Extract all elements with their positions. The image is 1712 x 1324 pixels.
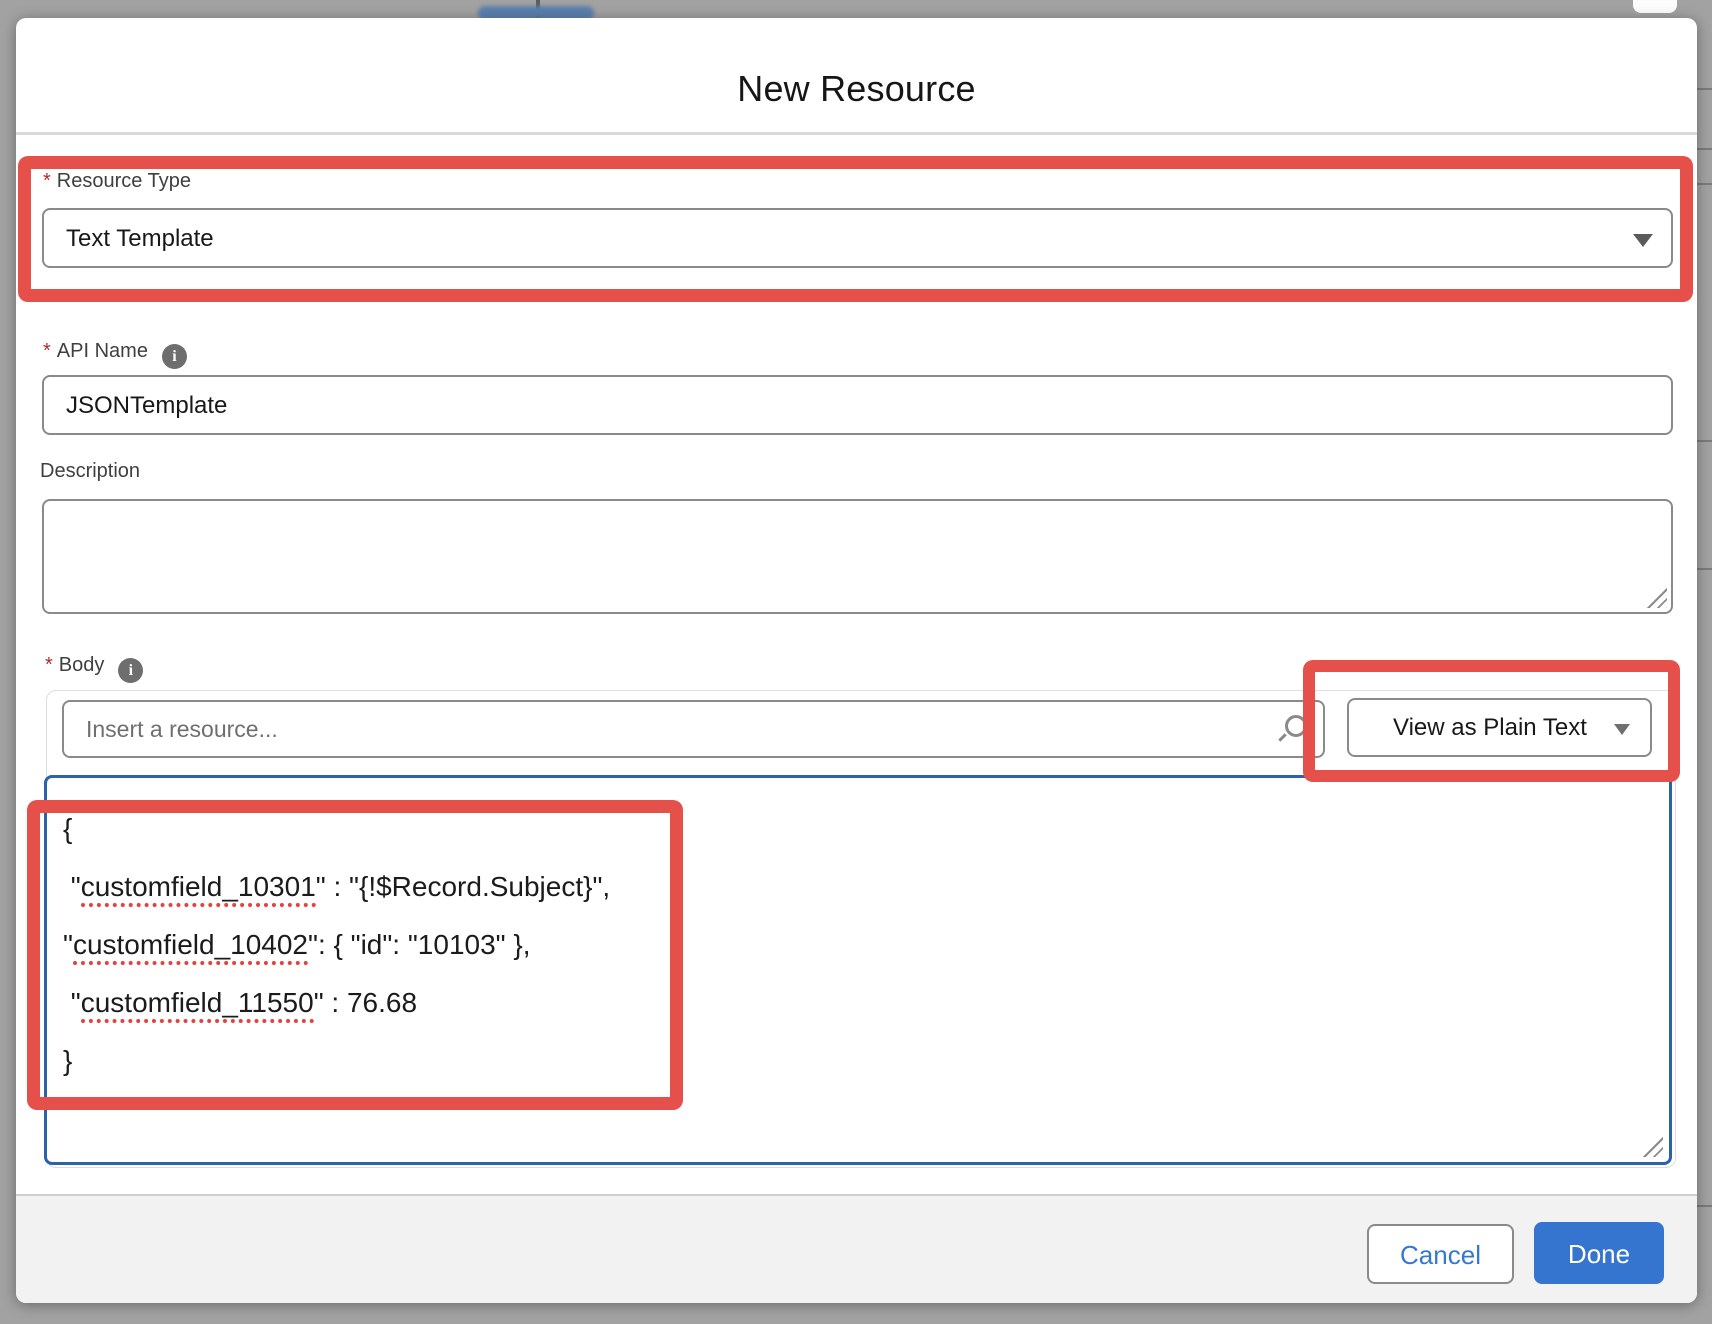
background-panel-edge [1697, 440, 1712, 442]
view-as-plain-text-dropdown[interactable]: View as Plain Text [1347, 698, 1652, 757]
info-icon[interactable]: i [162, 344, 187, 369]
background-panel-edge [1697, 568, 1712, 570]
cancel-button[interactable]: Cancel [1367, 1224, 1514, 1284]
description-label: Description [40, 460, 140, 483]
chevron-down-icon [1633, 234, 1653, 247]
api-name-label: *API Namei [43, 340, 187, 369]
background-panel-edge [1697, 88, 1712, 90]
background-panel-edge [1697, 183, 1712, 185]
header-divider [16, 132, 1697, 135]
insert-resource-combobox[interactable]: Insert a resource... [62, 700, 1325, 758]
body-label: *Bodyi [45, 654, 143, 683]
background-panel-edge [1697, 148, 1712, 150]
description-textarea[interactable] [42, 499, 1673, 614]
done-button[interactable]: Done [1534, 1222, 1664, 1284]
view-as-label: View as Plain Text [1393, 714, 1587, 741]
page-title: New Resource [16, 68, 1697, 110]
required-asterisk: * [43, 340, 51, 362]
api-name-input[interactable]: JSONTemplate [42, 375, 1673, 435]
resource-type-select[interactable]: Text Template [42, 208, 1673, 268]
search-icon [1285, 715, 1307, 737]
api-name-value: JSONTemplate [66, 392, 227, 420]
required-asterisk: * [43, 170, 51, 192]
insert-resource-placeholder: Insert a resource... [86, 716, 278, 743]
info-icon[interactable]: i [118, 658, 143, 683]
body-text: { "customfield_10301" : "{!$Record.Subje… [63, 800, 1649, 1090]
background-panel-chip [1633, 0, 1677, 13]
resource-type-value: Text Template [66, 225, 214, 253]
flow-canvas-backdrop: New Resource *Resource Type Text Templat… [0, 0, 1712, 1324]
resize-handle[interactable] [1638, 1132, 1663, 1157]
resource-type-label: *Resource Type [43, 170, 191, 193]
background-panel-edge [1697, 1205, 1712, 1207]
resize-handle[interactable] [1642, 583, 1667, 608]
modal-footer: Cancel Done [16, 1194, 1697, 1303]
body-textarea[interactable]: { "customfield_10301" : "{!$Record.Subje… [44, 775, 1672, 1165]
required-asterisk: * [45, 654, 53, 676]
chevron-down-icon [1614, 724, 1630, 735]
